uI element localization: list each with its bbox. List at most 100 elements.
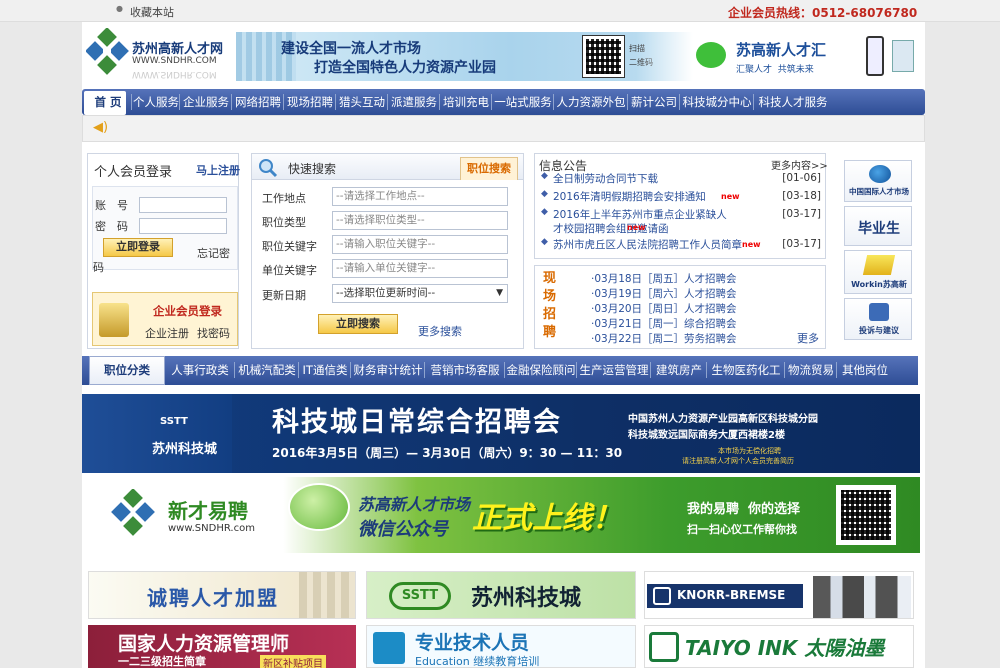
nav-item-11[interactable]: 科技城分中心 <box>680 89 754 115</box>
nav-item-12[interactable]: 科技人才服务 <box>754 89 832 115</box>
password-input[interactable] <box>139 218 227 234</box>
notice-box: 信息公告 更多内容>> ◆ 全日制劳动合同节下载 [01-06] ◆ 2016年清明假期… <box>534 153 828 259</box>
category-item-9[interactable]: 生物医药化工 <box>707 356 785 384</box>
category-item-6[interactable]: 金融保险顾问 <box>505 356 577 384</box>
date-select[interactable]: --选择职位更新时间-- ▼ <box>332 284 508 303</box>
nav-item-8[interactable]: 一站式服务 <box>492 89 554 115</box>
magnifier-icon <box>259 159 278 178</box>
notice-item[interactable]: ◆ 苏州市虎丘区人民法院招聘工作人员简章 new [03-17] <box>535 237 825 255</box>
tile-hr-manager[interactable]: 国家人力资源管理师 一二三级招生简章 新区补贴项目 <box>88 625 356 668</box>
sidebar-graduates[interactable]: 毕业生 <box>844 206 912 246</box>
corp-forgot-link[interactable]: 找密码 <box>197 325 230 341</box>
sidebar-international-talent[interactable]: 中国国际人才市场 <box>844 160 912 202</box>
nav-item-2[interactable]: 企业服务 <box>180 89 232 115</box>
category-item-10[interactable]: 物流贸易 <box>785 356 837 384</box>
events-more-link[interactable]: 更多 <box>797 330 819 346</box>
banner-line-2: 打造全国特色人力资源产业园 <box>314 60 496 76</box>
more-search-link[interactable]: 更多搜索 <box>418 323 462 339</box>
forgot-password-link[interactable]: 忘记密码 <box>93 247 233 275</box>
new-badge: new <box>721 192 740 201</box>
ad2-slogan-2: 扫一扫心仪工作帮你找 <box>687 523 797 536</box>
nav-item-7[interactable]: 培训充电 <box>440 89 492 115</box>
sidebar-label-2: Workin苏高新 <box>851 280 907 289</box>
events-title-char: 现 <box>543 271 557 286</box>
search-input-0[interactable]: --请选择工作地点-- <box>332 187 508 206</box>
workin-icon <box>862 255 896 275</box>
corp-register-link[interactable]: 企业注册 <box>145 325 189 341</box>
category-item-1[interactable]: 人事行政类 <box>165 356 235 384</box>
event-item[interactable]: ·03月21日［周一］综合招聘会 <box>591 316 737 331</box>
nav-item-1[interactable]: 个人服务 <box>132 89 180 115</box>
category-item-2[interactable]: 机械汽配类 <box>235 356 299 384</box>
nav-item-3[interactable]: 网络招聘 <box>232 89 284 115</box>
category-bar: 职位分类 人事行政类 机械汽配类 IT通信类 财务审计统计 营销市场客服 金融保险顾问 生产运… <box>82 356 918 385</box>
category-item-0[interactable]: 职位分类 <box>89 356 165 384</box>
notice-date: [03-18] <box>782 190 821 202</box>
category-item-11[interactable]: 其他岗位 <box>837 356 893 384</box>
nav-item-10[interactable]: 薪计公司 <box>628 89 680 115</box>
new-badge: new <box>627 223 646 232</box>
notice-more-link[interactable]: 更多内容>> <box>771 157 828 172</box>
event-item[interactable]: ·03月22日［周二］劳务招聘会 <box>591 331 737 346</box>
date-label: 更新日期 <box>262 289 306 302</box>
notice-date: [03-17] <box>782 238 821 250</box>
site-logo[interactable]: 苏州高新人才网 WWW.SNDHR.COM WWW.SNDHR.COM <box>86 28 226 84</box>
search-button[interactable]: 立即搜索 <box>318 314 398 334</box>
corp-login-title[interactable]: 企业会员登录 <box>153 303 222 319</box>
main-nav: 首 页个人服务 企业服务 网络招聘 现场招聘 猎头互动 派遣服务 培训充电 一站式服务 人力资源… <box>82 89 925 115</box>
register-link[interactable]: 马上注册 <box>196 162 240 178</box>
search-input-3[interactable]: --请输入单位关键字-- <box>332 259 508 278</box>
bullet-icon: ◆ <box>541 207 548 217</box>
nav-item-9[interactable]: 人力资源外包 <box>554 89 628 115</box>
tile-0-text: 诚聘人才加盟 <box>147 586 279 610</box>
tab-job-search[interactable]: 职位搜索 <box>460 157 518 180</box>
tile-4-icon <box>373 632 405 664</box>
notice-item[interactable]: ◆ 全日制劳动合同节下载 [01-06] <box>535 172 825 189</box>
search-label-2: 职位关键字 <box>262 240 317 253</box>
account-input[interactable] <box>139 197 227 213</box>
globe-icon <box>869 165 891 183</box>
login-title: 个人会员登录 <box>94 165 173 180</box>
notice-item[interactable]: ◆ 2016年上半年苏州市重点企业紧缺人才校园招聘会组团邀请函 new [03-17] <box>535 207 825 238</box>
search-input-1[interactable]: --请选择职位类型-- <box>332 211 508 230</box>
right-sidebar: 中国国际人才市场 毕业生 Workin苏高新 投诉与建议 <box>844 160 914 346</box>
login-form: 账 号 密 码 立即登录 忘记密码 <box>92 186 238 274</box>
search-title: 快速搜索 <box>288 162 337 176</box>
category-item-3[interactable]: IT通信类 <box>299 356 351 384</box>
date-select-value: --选择职位更新时间-- <box>336 287 436 299</box>
tile-taiyo-ink[interactable]: TAIYO INK 太陽油墨 <box>644 625 914 668</box>
events-box: 现场招聘 ·03月18日［周五］人才招聘会 ·03月19日［周六］人才招聘会 ·03… <box>534 265 826 349</box>
search-label-1: 职位类型 <box>262 216 306 229</box>
sidebar-label-0: 中国国际人才市场 <box>849 187 909 196</box>
category-item-8[interactable]: 建筑房产 <box>651 356 707 384</box>
event-item[interactable]: ·03月20日［周日］人才招聘会 <box>591 301 737 316</box>
events-title-char: 招 <box>543 307 557 322</box>
tile-2-people <box>813 576 911 618</box>
category-item-7[interactable]: 生产运营管理 <box>577 356 651 384</box>
header-banner[interactable]: 建设全国一流人才市场 打造全国特色人力资源产业园 扫描 二维码 苏高新人才汇 汇… <box>236 32 920 81</box>
event-item[interactable]: ·03月19日［周六］人才招聘会 <box>591 286 737 301</box>
nav-item-4[interactable]: 现场招聘 <box>284 89 336 115</box>
notice-item[interactable]: ◆ 2016年清明假期招聘会安排通知 new [03-18] <box>535 189 825 207</box>
ad-science-city-fair[interactable]: SSTT 苏州科技城 科技城日常综合招聘会 2016年3月5日（周三）— 3月3… <box>82 394 920 473</box>
tile-sstt[interactable]: SSTT 苏州科技城 <box>366 571 636 619</box>
tile-3-sub: 一二三级招生简章 <box>118 655 206 668</box>
search-input-2[interactable]: --请输入职位关键字-- <box>332 235 508 254</box>
ad-wechat-launch[interactable]: 新才易聘 www.SNDHR.com 苏高新人才市场 微信公众号 正式上线！ 我… <box>82 477 920 553</box>
ad2-line-2: 微信公众号 <box>358 519 448 540</box>
ad1-logo-badge <box>82 394 232 473</box>
nav-item-6[interactable]: 派遣服务 <box>388 89 440 115</box>
tile-join-us[interactable]: 诚聘人才加盟 <box>88 571 356 619</box>
tile-5-text: TAIYO INK 太陽油墨 <box>685 636 885 660</box>
category-item-4[interactable]: 财务审计统计 <box>351 356 425 384</box>
tile-1-logo: SSTT <box>389 582 451 610</box>
tile-continuing-education[interactable]: 专业技术人员 Education 继续教育培训 <box>366 625 636 668</box>
event-item[interactable]: ·03月18日［周五］人才招聘会 <box>591 271 737 286</box>
sidebar-complaints[interactable]: 投诉与建议 <box>844 298 912 340</box>
tile-knorr-bremse[interactable]: KNORR-BREMSE <box>644 571 914 619</box>
sidebar-workin[interactable]: Workin苏高新 <box>844 250 912 294</box>
nav-item-5[interactable]: 猎头互动 <box>336 89 388 115</box>
bookmark-link[interactable]: 收藏本站 <box>130 4 174 20</box>
nav-item-0[interactable]: 首 页 <box>84 89 132 115</box>
category-item-5[interactable]: 营销市场客服 <box>425 356 505 384</box>
